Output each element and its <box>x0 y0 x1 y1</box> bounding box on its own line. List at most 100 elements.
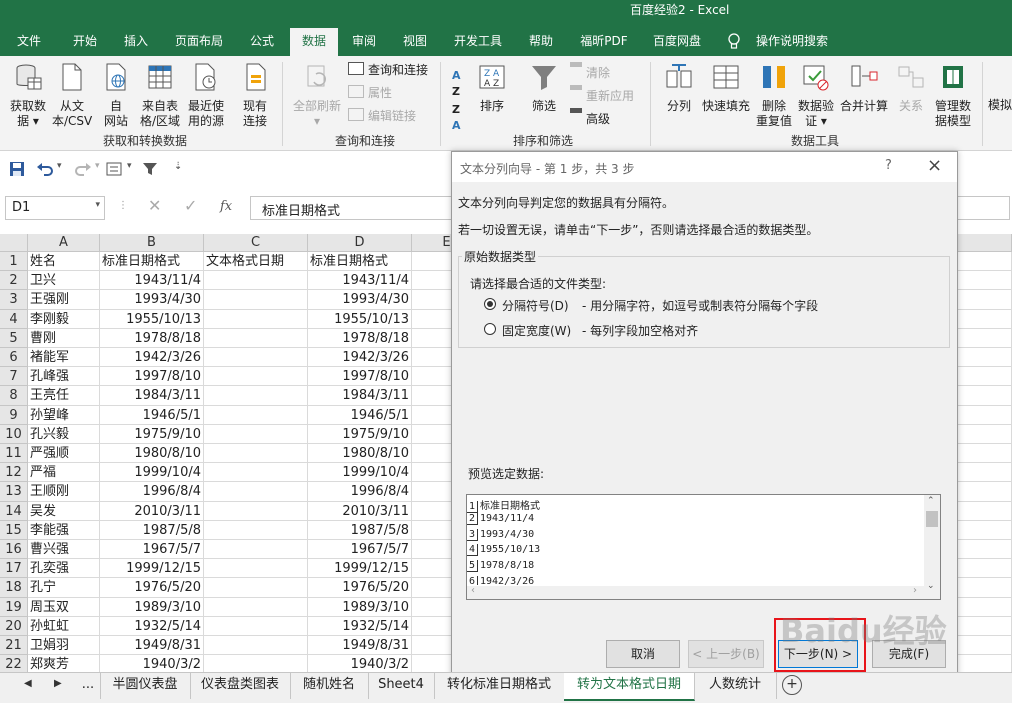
text-to-columns-button[interactable]: 分列 <box>660 62 698 114</box>
from-table-range-button[interactable]: 来自表 格/区域 <box>138 62 182 129</box>
edit-links-button[interactable]: 编辑链接 <box>348 108 416 124</box>
grid-cell[interactable]: 李刚毅 <box>28 309 100 329</box>
sort-button[interactable]: Z AA Z 排序 <box>474 62 510 114</box>
row-header[interactable]: 10 <box>0 424 28 444</box>
grid-cell[interactable]: 郑爽芳 <box>28 655 100 672</box>
scroll-left-icon[interactable]: ‹ <box>471 585 475 596</box>
row-header[interactable]: 18 <box>0 578 28 598</box>
consolidate-button[interactable]: 合并计算 <box>838 62 890 114</box>
help-button[interactable]: ? <box>885 158 892 173</box>
scroll-up-icon[interactable]: ⌃ <box>927 496 935 506</box>
row-header[interactable]: 14 <box>0 501 28 521</box>
tab-view[interactable]: 视图 <box>392 28 438 56</box>
grid-cell[interactable] <box>204 328 308 348</box>
grid-cell[interactable]: 孙虹虹 <box>28 616 100 636</box>
grid-cell[interactable] <box>204 655 308 672</box>
name-box-dropdown-icon[interactable]: ▾ <box>95 200 100 210</box>
column-header[interactable]: D <box>308 234 412 252</box>
grid-cell[interactable]: 1976/5/20 <box>100 578 204 598</box>
row-header[interactable]: 2 <box>0 271 28 291</box>
from-text-csv-button[interactable]: 从文 本/CSV <box>52 62 92 129</box>
grid-cell[interactable]: 标准日期格式 <box>100 252 204 272</box>
tab-home[interactable]: 开始 <box>60 28 110 56</box>
tab-page-layout[interactable]: 页面布局 <box>166 28 232 56</box>
row-header[interactable]: 21 <box>0 636 28 656</box>
row-header[interactable]: 8 <box>0 386 28 406</box>
grid-cell[interactable]: 1976/5/20 <box>308 578 412 598</box>
cancel-entry-icon[interactable]: ✕ <box>148 196 161 215</box>
scroll-down-icon[interactable]: ⌄ <box>927 581 935 591</box>
grid-cell[interactable]: 1996/8/4 <box>308 482 412 502</box>
dialog-title-bar[interactable]: 文本分列向导 - 第 1 步，共 3 步 ? × <box>452 152 957 182</box>
sort-za-icon[interactable]: ZA <box>452 102 461 134</box>
delimited-radio[interactable] <box>484 298 496 310</box>
grid-cell[interactable]: 1955/10/13 <box>308 309 412 329</box>
redo-dropdown-icon[interactable]: ▾ <box>95 161 100 171</box>
delimited-label[interactable]: 分隔符号(D) <box>502 297 569 314</box>
clear-filter-button[interactable]: 清除 <box>570 62 610 81</box>
grid-cell[interactable]: 1967/5/7 <box>100 540 204 560</box>
cancel-button[interactable]: 取消 <box>606 640 680 668</box>
grid-cell[interactable]: 李能强 <box>28 520 100 540</box>
grid-cell[interactable] <box>204 290 308 310</box>
refresh-all-button[interactable]: 全部刷新 ▾ <box>290 62 344 129</box>
grid-cell[interactable]: 1999/10/4 <box>308 463 412 483</box>
filter-icon[interactable] <box>142 161 158 177</box>
properties-button[interactable]: 属性 <box>348 85 392 101</box>
sheet-tab[interactable]: 半圆仪表盘 <box>100 673 191 699</box>
undo-dropdown-icon[interactable]: ▾ <box>57 161 62 171</box>
grid-cell[interactable]: 1999/12/15 <box>308 559 412 579</box>
grid-cell[interactable] <box>204 386 308 406</box>
tab-foxit-pdf[interactable]: 福昕PDF <box>572 28 636 56</box>
confirm-entry-icon[interactable]: ✓ <box>184 196 197 215</box>
remove-duplicates-button[interactable]: 删除 重复值 <box>754 62 794 129</box>
grid-cell[interactable]: 1984/3/11 <box>100 386 204 406</box>
sheet-tab-active[interactable]: 转为文本格式日期 <box>564 673 695 701</box>
grid-cell[interactable]: 1942/3/26 <box>308 348 412 368</box>
grid-cell[interactable]: 1989/3/10 <box>100 597 204 617</box>
insert-function-icon[interactable]: fx <box>220 199 232 214</box>
tab-data[interactable]: 数据 <box>290 28 338 56</box>
grid-cell[interactable]: 标准日期格式 <box>308 252 412 272</box>
data-validation-button[interactable]: 数据验 证 ▾ <box>796 62 836 129</box>
row-header[interactable]: 5 <box>0 328 28 348</box>
grid-cell[interactable]: 卫娟羽 <box>28 636 100 656</box>
grid-cell[interactable]: 1978/8/18 <box>308 328 412 348</box>
tab-insert[interactable]: 插入 <box>112 28 160 56</box>
grid-cell[interactable]: 1955/10/13 <box>100 309 204 329</box>
grid-cell[interactable]: 孔奕强 <box>28 559 100 579</box>
grid-cell[interactable]: 1943/11/4 <box>308 271 412 291</box>
tab-review[interactable]: 审阅 <box>342 28 386 56</box>
grid-cell[interactable]: 姓名 <box>28 252 100 272</box>
grid-cell[interactable] <box>204 444 308 464</box>
grid-cell[interactable] <box>204 309 308 329</box>
preview-vertical-scrollbar[interactable]: ⌃ ⌄ <box>924 495 940 599</box>
grid-cell[interactable]: 1993/4/30 <box>308 290 412 310</box>
tab-developer[interactable]: 开发工具 <box>446 28 510 56</box>
tab-help[interactable]: 帮助 <box>518 28 564 56</box>
form-dropdown-icon[interactable]: ▾ <box>127 161 132 171</box>
grid-cell[interactable]: 1932/5/14 <box>308 616 412 636</box>
manage-data-model-button[interactable]: 管理数 据模型 <box>930 62 976 129</box>
close-icon[interactable]: × <box>927 155 942 176</box>
row-header[interactable]: 13 <box>0 482 28 502</box>
grid-cell[interactable] <box>204 463 308 483</box>
grid-cell[interactable]: 孔兴毅 <box>28 424 100 444</box>
customize-qat-icon[interactable]: ⇣ <box>174 161 182 172</box>
existing-connections-button[interactable]: 现有 连接 <box>236 62 274 129</box>
sheet-tab[interactable]: 人数统计 <box>694 673 777 699</box>
grid-cell[interactable]: 1984/3/11 <box>308 386 412 406</box>
grid-cell[interactable]: 严强顺 <box>28 444 100 464</box>
grid-cell[interactable] <box>204 540 308 560</box>
grid-cell[interactable]: 1980/8/10 <box>308 444 412 464</box>
flash-fill-button[interactable]: 快速填充 <box>700 62 752 114</box>
grid-cell[interactable]: 王亮任 <box>28 386 100 406</box>
grid-cell[interactable]: 孙望峰 <box>28 405 100 425</box>
grid-cell[interactable] <box>204 636 308 656</box>
fixed-width-label[interactable]: 固定宽度(W) <box>502 322 571 339</box>
grid-cell[interactable]: 1999/10/4 <box>100 463 204 483</box>
advanced-filter-button[interactable]: 高级 <box>570 108 610 127</box>
grid-cell[interactable] <box>204 501 308 521</box>
row-header[interactable]: 19 <box>0 597 28 617</box>
grid-cell[interactable]: 1940/3/2 <box>100 655 204 672</box>
